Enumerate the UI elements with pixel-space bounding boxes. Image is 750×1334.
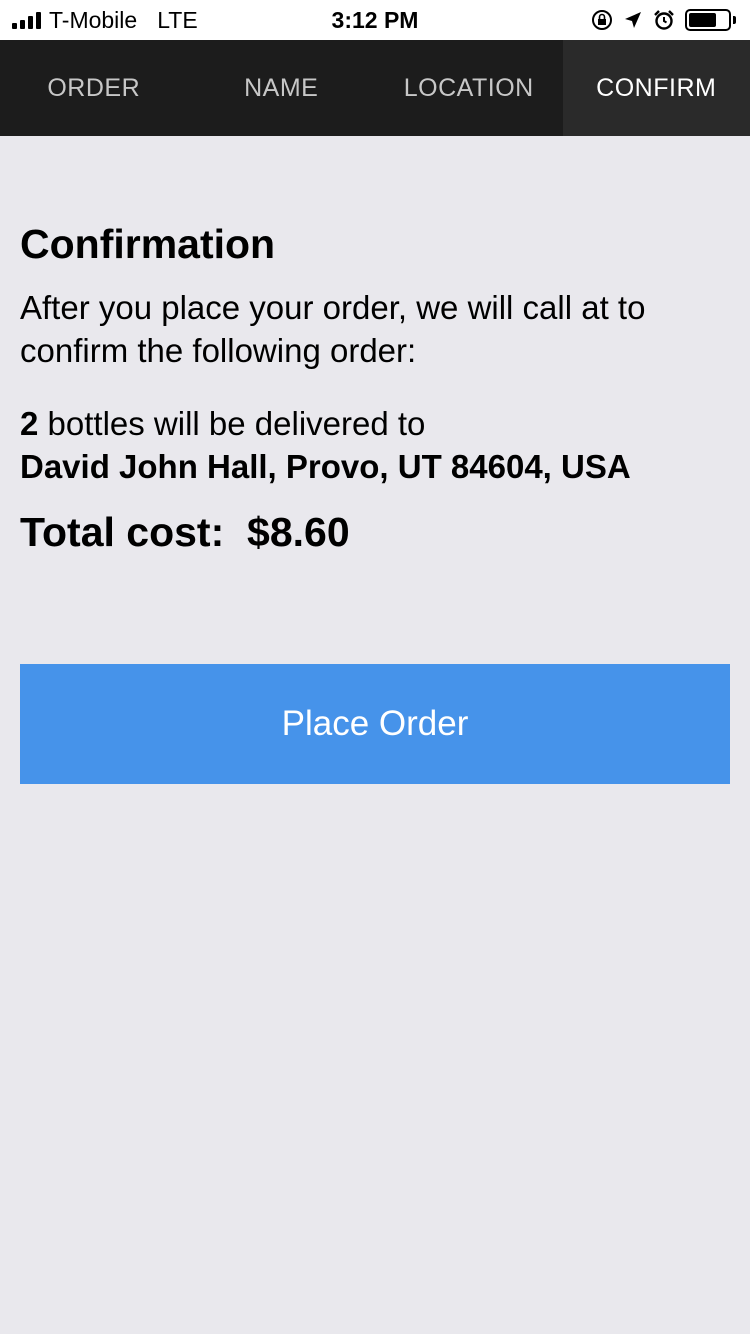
status-right	[581, 6, 736, 34]
location-arrow-icon	[623, 10, 643, 30]
address-text: David John Hall, Provo, UT 84604, USA	[20, 448, 631, 485]
confirmation-content: Confirmation After you place your order,…	[20, 136, 730, 562]
tab-name[interactable]: NAME	[188, 40, 376, 136]
delivery-address: David John Hall, Provo, UT 84604, USA	[20, 445, 730, 488]
tab-bar: ORDER NAME LOCATION CONFIRM	[0, 40, 750, 136]
place-order-button[interactable]: Place Order	[20, 664, 730, 784]
tab-location[interactable]: LOCATION	[375, 40, 563, 136]
delivery-text: bottles will be delivered to	[38, 405, 426, 442]
total-cost: Total cost: $8.60	[20, 502, 730, 562]
page-title: Confirmation	[20, 221, 276, 267]
status-bar: T-Mobile LTE 3:12 PM	[0, 0, 750, 40]
delivery-summary: 2 bottles will be delivered to David Joh…	[20, 402, 730, 488]
confirmation-intro: After you place your order, we will call…	[20, 289, 646, 369]
orientation-lock-icon	[591, 9, 613, 31]
total-value: $8.60	[247, 509, 350, 555]
tab-confirm[interactable]: CONFIRM	[562, 40, 750, 136]
battery-icon	[685, 9, 736, 31]
total-label: Total cost:	[20, 509, 248, 555]
bottle-quantity: 2	[20, 405, 39, 442]
alarm-icon	[653, 9, 675, 31]
tab-order[interactable]: ORDER	[0, 40, 188, 136]
delivery-line: 2 bottles will be delivered to	[20, 402, 730, 445]
